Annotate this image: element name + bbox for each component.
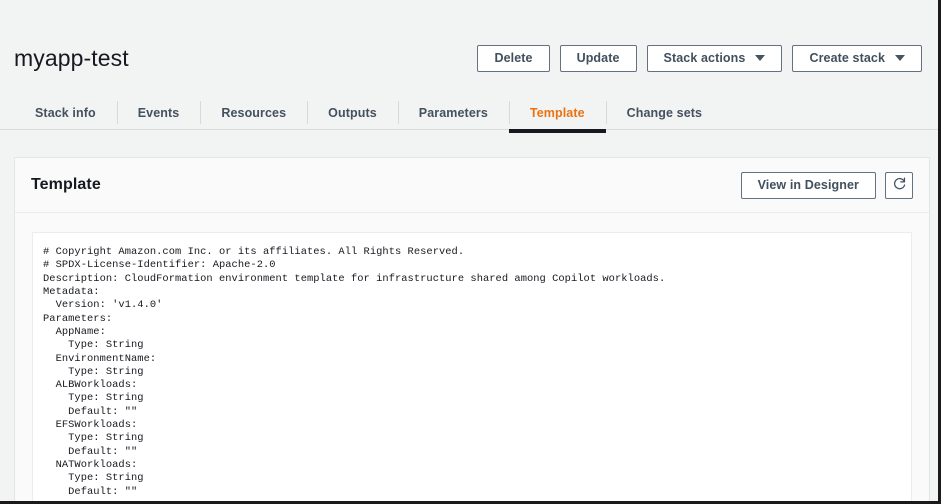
delete-button[interactable]: Delete [477,44,550,72]
tab-stack-info[interactable]: Stack info [14,96,117,129]
template-card-body: # Copyright Amazon.com Inc. or its affil… [15,213,929,501]
delete-button-label: Delete [494,51,533,65]
update-button-label: Update [576,51,620,65]
tab-label: Events [137,105,180,120]
header-row: myapp-test Delete Update Stack actions C… [14,38,922,78]
stack-actions-button-label: Stack actions [663,51,746,65]
tab-label: Template [529,105,585,120]
template-code-panel[interactable]: # Copyright Amazon.com Inc. or its affil… [32,232,912,501]
tab-resources[interactable]: Resources [200,96,307,129]
template-code-text: # Copyright Amazon.com Inc. or its affil… [43,246,666,498]
tab-label: Outputs [328,105,377,120]
tab-label: Stack info [35,105,96,120]
chevron-down-icon [755,55,766,61]
tab-outputs[interactable]: Outputs [307,96,398,129]
tab-bar-divider [0,129,938,130]
page-header: myapp-test Delete Update Stack actions C… [0,0,936,92]
tab-bar: Stack info Events Resources Outputs Para… [0,96,938,133]
template-card-actions: View in Designer [740,171,913,199]
template-card-title: Template [31,176,101,193]
template-card-header: Template View in Designer [15,158,929,213]
header-actions: Delete Update Stack actions Create stack [477,44,922,72]
stack-actions-button[interactable]: Stack actions [646,44,783,72]
tab-parameters[interactable]: Parameters [397,96,509,129]
create-stack-button-label: Create stack [809,51,885,65]
chevron-down-icon [895,55,905,61]
tab-label: Resources [221,105,287,120]
tab-change-sets[interactable]: Change sets [605,96,723,129]
page-title: myapp-test [14,45,129,71]
cloudformation-stack-detail-page: myapp-test Delete Update Stack actions C… [0,0,941,504]
view-in-designer-button[interactable]: View in Designer [740,171,876,199]
view-in-designer-label: View in Designer [757,178,859,192]
update-button[interactable]: Update [559,44,637,72]
refresh-button[interactable] [885,171,913,199]
tab-label: Change sets [626,105,703,120]
tab-label: Parameters [418,105,488,120]
tab-list: Stack info Events Resources Outputs Para… [14,96,723,133]
template-card: Template View in Designer # Copyright Am… [14,157,930,501]
refresh-icon [892,176,907,194]
tab-template[interactable]: Template [508,96,606,133]
create-stack-button[interactable]: Create stack [792,44,922,72]
tab-events[interactable]: Events [116,96,201,129]
